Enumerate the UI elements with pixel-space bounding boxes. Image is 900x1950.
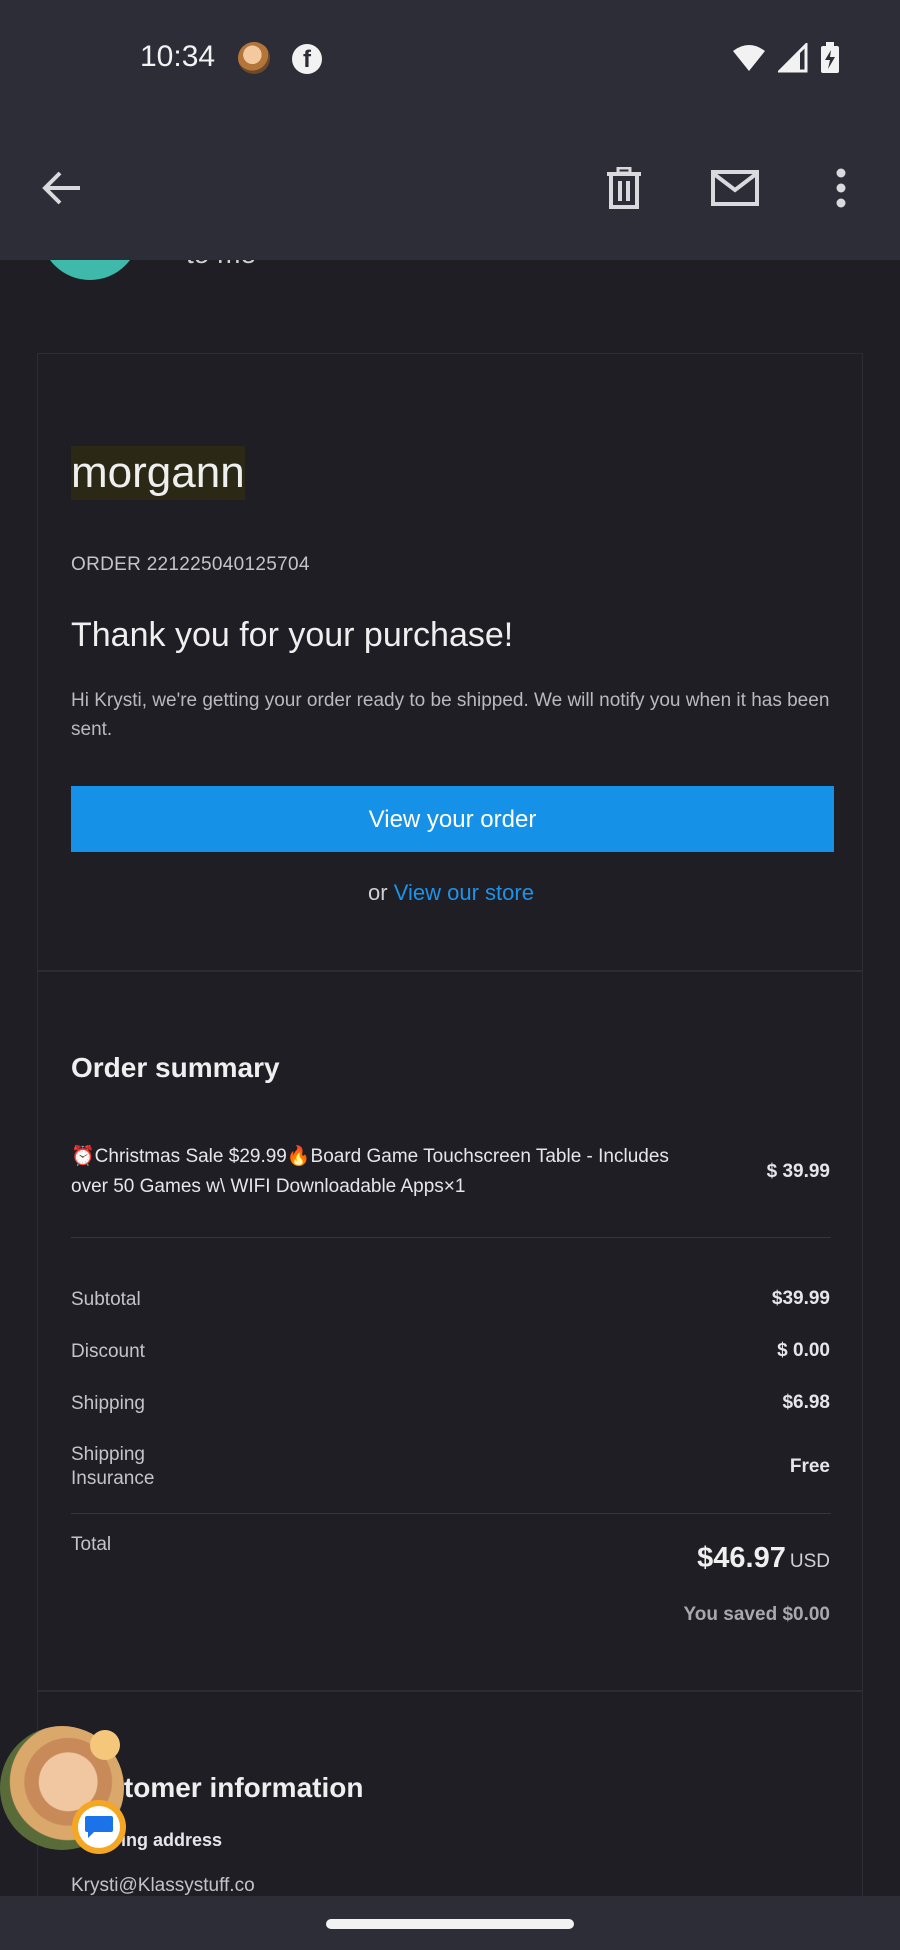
delete-button[interactable] [594, 158, 654, 218]
shipping-label: Shipping [71, 1393, 145, 1414]
messages-icon [78, 1806, 120, 1848]
divider [71, 1513, 831, 1514]
divider [71, 1237, 831, 1238]
thank-you-heading: Thank you for your purchase! [71, 616, 514, 654]
currency: USD [789, 1551, 830, 1572]
shipping-insurance-label: Shipping Insurance [71, 1444, 155, 1489]
order-summary-title: Order summary [71, 1052, 280, 1083]
shipping-insurance-value: Free [789, 1456, 830, 1477]
more-options-button[interactable] [811, 158, 871, 218]
facebook-icon: f [292, 44, 322, 74]
navigation-bar [0, 1896, 900, 1950]
sender-avatar[interactable] [40, 260, 140, 280]
item-price: $ 39.99 [766, 1161, 830, 1182]
recipient-label[interactable]: to me [186, 260, 256, 270]
system-icons [732, 42, 840, 74]
mark-unread-button[interactable] [705, 158, 765, 218]
home-gesture-handle[interactable] [326, 1919, 574, 1929]
chat-head-notification-dot [90, 1730, 120, 1760]
back-button[interactable] [32, 158, 92, 218]
back-arrow-icon [42, 171, 80, 205]
or-text: or [368, 880, 388, 905]
messages-badge[interactable] [72, 1800, 126, 1854]
saved-text: You saved $0.00 [683, 1604, 830, 1625]
shipping-value: $6.98 [782, 1392, 830, 1413]
total-amount: $46.97 USD [697, 1542, 830, 1575]
store-link-line: or View our store [38, 880, 864, 906]
more-vert-icon [836, 168, 846, 208]
email-toolbar [0, 118, 900, 260]
store-name: morgann [71, 446, 245, 500]
intro-text: Hi Krysti, we're getting your order read… [71, 690, 830, 740]
order-number: ORDER 221225040125704 [71, 554, 310, 575]
email-body[interactable]: to me morgann ORDER 221225040125704 Than… [0, 260, 900, 1896]
battery-charging-icon [821, 42, 839, 73]
mail-icon [711, 170, 759, 206]
subtotal-value: $39.99 [771, 1288, 830, 1309]
view-store-link[interactable]: View our store [394, 880, 534, 905]
status-time: 10:34 [140, 40, 216, 73]
order-confirmation-card: morgann ORDER 221225040125704 Thank you … [37, 353, 863, 971]
wifi-icon [733, 45, 765, 71]
discount-label: Discount [71, 1341, 145, 1362]
discount-value: $ 0.00 [777, 1340, 830, 1361]
view-order-button[interactable]: View your order [71, 786, 834, 852]
customer-email: Krysti@Klassystuff.co [71, 1875, 255, 1896]
customer-info-card: Customer information Shipping address Kr… [37, 1691, 863, 1896]
order-summary-card: Order summary ⏰Christmas Sale $29.99🔥Boa… [37, 971, 863, 1691]
subtotal-label: Subtotal [71, 1289, 141, 1310]
trash-icon [607, 167, 641, 209]
total-label: Total [71, 1534, 112, 1555]
status-bar: 10:34 f [0, 0, 900, 118]
item-description: ⏰Christmas Sale $29.99🔥Board Game Touchs… [71, 1146, 669, 1197]
notification-avatar-icon [238, 42, 270, 74]
total-value: $46.97 [697, 1542, 786, 1574]
signal-icon [778, 43, 808, 73]
